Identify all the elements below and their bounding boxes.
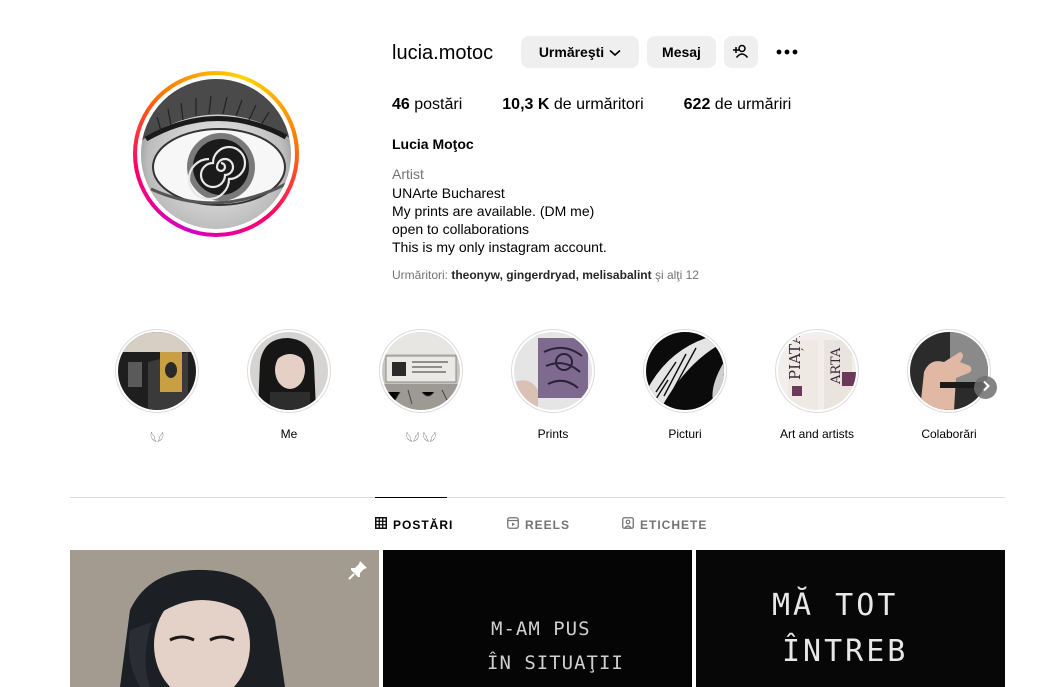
pinned-post-icon — [347, 559, 369, 586]
post-thumbnail[interactable]: MĂ TOT ÎNTREB — [696, 550, 1005, 687]
profile-bio: UNArte Bucharest My prints are available… — [392, 184, 607, 256]
highlight-label: Colaborări — [921, 427, 977, 441]
stat-followers[interactable]: 10,3 K de urmăritori — [502, 96, 643, 114]
highlight-cover — [646, 332, 724, 410]
highlight-cover: PIAȚA ARTA — [778, 332, 856, 410]
chevron-down-icon — [609, 44, 621, 60]
avatar-ring-gap — [137, 75, 295, 233]
stat-following-count: 622 — [683, 96, 711, 113]
bio-line: UNArte Bucharest — [392, 185, 505, 201]
tab-reels-label: REELS — [525, 517, 571, 532]
person-add-icon — [733, 43, 749, 62]
tagged-icon — [622, 517, 640, 532]
highlight-ring — [643, 329, 727, 413]
mutual-followers-suffix: şi alţi 12 — [651, 268, 699, 282]
mutual-followers-names: theonyw, gingerdryad, melisabalint — [451, 268, 652, 282]
post-thumbnail[interactable] — [70, 550, 379, 687]
active-tab-indicator — [375, 497, 447, 498]
highlight-cover — [910, 332, 988, 410]
following-dropdown-button[interactable]: Urmăreşti — [521, 36, 639, 68]
highlight-item[interactable]: PIAȚA ARTA Art and artists — [775, 329, 859, 441]
svg-text:PIAȚA: PIAȚA — [786, 333, 804, 380]
message-button-label: Mesaj — [662, 44, 701, 60]
highlight-ring — [907, 329, 991, 413]
tab-tagged[interactable]: ETICHETE — [622, 517, 707, 532]
highlights-next-button[interactable] — [974, 376, 997, 399]
reels-icon — [507, 517, 525, 532]
following-button-label: Urmăreşti — [538, 44, 605, 60]
tab-posts-label: POSTĂRI — [393, 517, 454, 532]
chevron-right-icon — [982, 379, 990, 397]
stat-followers-label: de urmăritori — [549, 96, 644, 113]
stat-posts-count: 46 — [392, 96, 410, 113]
bio-line: open to collaborations — [392, 221, 529, 237]
highlight-ring — [115, 329, 199, 413]
highlight-cover — [382, 332, 460, 410]
highlight-cover — [118, 332, 196, 410]
profile-avatar[interactable] — [133, 71, 299, 237]
highlight-ring — [247, 329, 331, 413]
mutual-followers[interactable]: Urmăritori: theonyw, gingerdryad, melisa… — [392, 268, 699, 282]
highlight-ring — [511, 329, 595, 413]
stat-posts-label: postări — [409, 96, 463, 113]
tab-reels[interactable]: REELS — [507, 517, 570, 532]
svg-text:ARTA: ARTA — [829, 347, 844, 385]
post-chalk-text-line: M-AM PUS — [491, 618, 591, 640]
highlight-ring — [379, 329, 463, 413]
post-chalk-text-line: MĂ TOT — [772, 588, 899, 623]
stat-following-label: de urmăriri — [710, 96, 792, 113]
highlight-label: 𓆩𓆪 — [150, 432, 164, 446]
highlight-label: Picturi — [668, 427, 702, 441]
tab-posts[interactable]: POSTĂRI — [375, 517, 453, 532]
avatar-image — [141, 79, 291, 229]
bio-line: This is my only instagram account. — [392, 239, 607, 255]
stat-following[interactable]: 622 de urmăriri — [684, 96, 792, 114]
tabs-divider — [70, 497, 1005, 498]
message-button[interactable]: Mesaj — [647, 36, 716, 68]
suggested-users-button[interactable] — [724, 36, 758, 68]
highlight-label: Art and artists — [779, 427, 855, 441]
highlight-item[interactable]: Prints — [511, 329, 595, 441]
mutual-followers-label: Urmăritori: — [392, 268, 452, 282]
highlight-item[interactable]: 𓆩𓆪 — [115, 329, 199, 447]
highlight-cover — [514, 332, 592, 410]
post-image — [70, 550, 379, 687]
stat-posts: 46 postări — [392, 96, 462, 114]
profile-category: Artist — [392, 166, 424, 182]
profile-full-name: Lucia Moţoc — [392, 136, 474, 152]
post-chalk-text-line: ÎNTREB — [782, 634, 909, 669]
highlight-item[interactable]: Picturi — [643, 329, 727, 441]
highlight-label: Prints — [537, 427, 569, 441]
highlight-label: 𓆩𓆪 𓆩𓆪 — [405, 432, 437, 446]
highlight-ring: PIAȚA ARTA — [775, 329, 859, 413]
highlight-item[interactable]: 𓆩𓆪 𓆩𓆪 — [379, 329, 463, 447]
highlight-item[interactable]: Me — [247, 329, 331, 441]
profile-stats: 46 postări 10,3 K de urmăritori 622 de u… — [392, 96, 831, 114]
post-chalk-text-line: ÎN SITUAŢII — [487, 652, 624, 674]
grid-icon — [375, 517, 393, 532]
highlight-cover — [250, 332, 328, 410]
more-options-icon[interactable] — [774, 42, 800, 62]
stat-followers-count: 10,3 K — [502, 96, 550, 113]
tab-tagged-label: ETICHETE — [640, 517, 708, 532]
highlight-label: Me — [280, 427, 298, 441]
bio-line: My prints are available. (DM me) — [392, 203, 595, 219]
profile-username: lucia.motoc — [392, 42, 494, 64]
post-thumbnail[interactable]: M-AM PUS ÎN SITUAŢII — [383, 550, 692, 687]
